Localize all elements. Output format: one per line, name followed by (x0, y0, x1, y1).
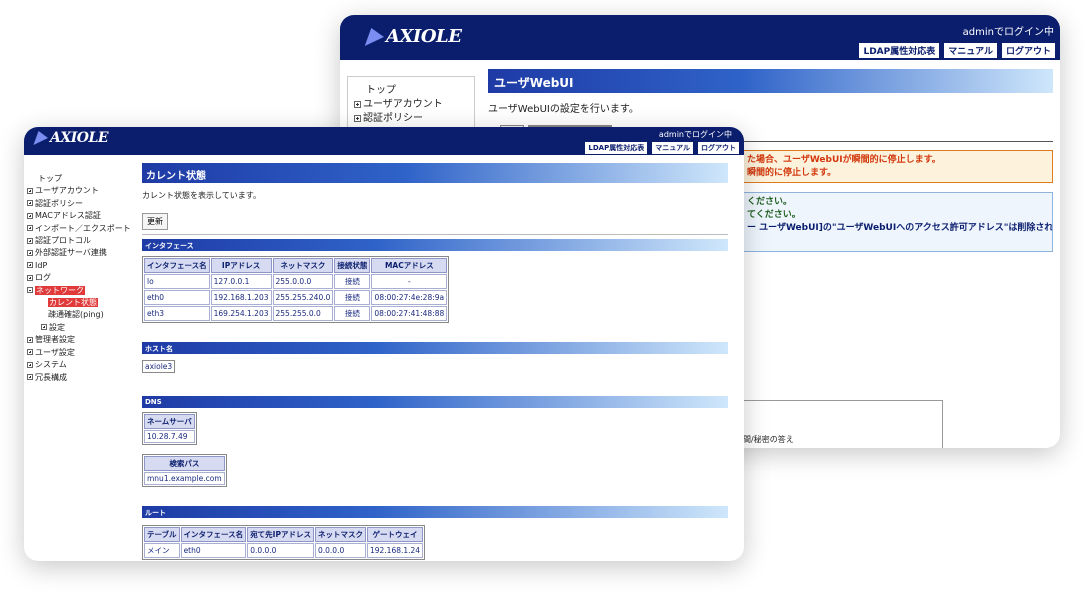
sidebar-item-user-account[interactable]: ユーザアカウント (354, 98, 468, 112)
divider (740, 141, 1053, 142)
expand-plus-icon (354, 114, 361, 122)
col-mac-address: MACアドレス (371, 258, 448, 273)
col-ip-address: IPアドレス (210, 258, 272, 273)
expand-plus-icon (27, 237, 33, 244)
logout-link[interactable]: ログアウト (697, 141, 740, 155)
sidebar-item-top[interactable]: トップ (27, 173, 137, 185)
page-title: カレント状態 (142, 163, 728, 183)
table-row: 10.28.7.49 (144, 430, 195, 443)
col-interface-name: インタフェース名 (180, 527, 247, 542)
sidebar-item-current-state[interactable]: カレント状態 (27, 297, 137, 309)
col-destination: 宛て先IPアドレス (247, 527, 314, 542)
sidebar-item-import-export[interactable]: インポート／エクスポート (27, 223, 137, 235)
page-description: ユーザWebUIの設定を行います。 (488, 104, 639, 115)
top-links: LDAP属性対応表 マニュアル ログアウト (858, 42, 1056, 59)
manual-link[interactable]: マニュアル (651, 141, 694, 155)
main-content: カレント状態 カレント状態を表示しています。 更新 インタフェース インタフェー… (142, 163, 728, 560)
table-row: mnu1.example.com (144, 472, 225, 485)
table-row: lo 127.0.0.1 255.0.0.0 接続 - (144, 274, 448, 289)
sidebar-item-auth-protocol[interactable]: 認証プロトコル (27, 235, 137, 247)
col-netmask: ネットマスク (272, 258, 334, 273)
manual-link[interactable]: マニュアル (943, 42, 998, 59)
expand-plus-icon (27, 200, 33, 207)
page-title: ユーザWebUI (488, 69, 1053, 93)
sidebar-item-redundancy[interactable]: 冗長構成 (27, 372, 137, 384)
col-table: テーブル (144, 527, 180, 542)
search-path-table: 検索パス mnu1.example.com (142, 454, 227, 487)
sidebar-item-system[interactable]: システム (27, 359, 137, 371)
front-window: AXIOLE adminでログイン中 LDAP属性対応表 マニュアル ログアウト… (24, 127, 744, 561)
col-netmask: ネットマスク (314, 527, 366, 542)
expand-plus-icon (27, 262, 33, 269)
section-hostname: ホスト名 (142, 342, 728, 354)
warning-message: た場合、ユーザWebUIが瞬間的に停止します。 瞬間的に停止します。 (740, 150, 1053, 183)
expand-plus-icon (27, 212, 33, 219)
sidebar-item-admin-settings[interactable]: 管理者設定 (27, 334, 137, 346)
col-gateway: ゲートウェイ (366, 527, 424, 542)
logo-mark-icon (33, 131, 51, 145)
col-connection-state: 接続状態 (334, 258, 371, 273)
sidebar-item-auth-policy[interactable]: 認証ポリシー (354, 112, 468, 126)
header-bar: AXIOLE adminでログイン中 LDAP属性対応表 マニュアル ログアウト (24, 127, 744, 155)
col-interface-name: インタフェース名 (144, 258, 210, 273)
sidebar-item-user-account[interactable]: ユーザアカウント (27, 185, 137, 197)
expand-plus-icon (41, 324, 47, 331)
expand-plus-icon (27, 349, 33, 356)
collapse-minus-icon (27, 287, 33, 294)
sidebar-item-user-settings[interactable]: ユーザ設定 (27, 347, 137, 359)
settings-box: 間/秘密の答え (740, 400, 943, 448)
expand-plus-icon (27, 336, 33, 343)
expand-plus-icon (27, 249, 33, 256)
nameserver-table: ネームサーバ 10.28.7.49 (142, 412, 197, 445)
expand-plus-icon (27, 225, 33, 232)
sidebar-item-auth-policy[interactable]: 認証ポリシー (27, 198, 137, 210)
section-dns: DNS (142, 396, 728, 408)
table-header-row: インタフェース名 IPアドレス ネットマスク 接続状態 MACアドレス (144, 258, 448, 273)
info-message: ください。 てください。 ー ユーザWebUI]の"ユーザWebUIへのアクセス… (740, 192, 1053, 252)
axiole-logo[interactable]: AXIOLE (33, 130, 108, 146)
expand-plus-icon (354, 100, 361, 108)
ldap-mapping-link[interactable]: LDAP属性対応表 (584, 141, 649, 155)
expand-plus-icon (27, 274, 33, 281)
login-status: adminでログイン中 (658, 130, 732, 139)
axiole-logo[interactable]: AXIOLE (364, 26, 462, 47)
routes-table: テーブル インタフェース名 宛て先IPアドレス ネットマスク ゲートウェイ メイ… (142, 525, 426, 560)
sidebar-item-ping[interactable]: 疎通確認(ping) (27, 309, 137, 321)
sidebar: トップ ユーザアカウント 認証ポリシー MACアドレス認証 インポート／エクスポ… (27, 173, 137, 384)
refresh-button[interactable]: 更新 (142, 213, 168, 230)
expand-plus-icon (27, 361, 33, 368)
ldap-mapping-link[interactable]: LDAP属性対応表 (858, 42, 941, 59)
hostname-value: axiole3 (142, 360, 176, 373)
sidebar-item-external-auth[interactable]: 外部認証サーバ連携 (27, 247, 137, 259)
header-bar: AXIOLE adminでログイン中 LDAP属性対応表 マニュアル ログアウト (340, 15, 1060, 60)
sidebar-item-top[interactable]: トップ (354, 81, 468, 96)
sidebar-item-network[interactable]: ネットワーク (27, 285, 137, 297)
sidebar-item-log[interactable]: ログ (27, 272, 137, 284)
page-description: カレント状態を表示しています。 (142, 191, 261, 200)
section-interfaces: インタフェース (142, 239, 728, 251)
section-routes: ルート (142, 506, 728, 518)
sidebar-item-network-settings[interactable]: 設定 (27, 322, 137, 334)
sidebar-item-mac-auth[interactable]: MACアドレス認証 (27, 210, 137, 222)
col-nameserver: ネームサーバ (144, 414, 195, 429)
login-status: adminでログイン中 (962, 27, 1054, 38)
sidebar-item-idp[interactable]: IdP (27, 260, 137, 272)
table-row: メイン eth0 0.0.0.0 0.0.0.0 192.168.1.24 (144, 543, 424, 558)
logout-link[interactable]: ログアウト (1000, 42, 1056, 59)
table-header-row: テーブル インタフェース名 宛て先IPアドレス ネットマスク ゲートウェイ (144, 527, 424, 542)
expand-plus-icon (27, 374, 33, 380)
col-search-path: 検索パス (144, 456, 225, 471)
divider (142, 234, 728, 235)
table-row: eth0 192.168.1.203 255.255.240.0 接続 08:0… (144, 290, 448, 305)
logo-mark-icon (364, 28, 388, 46)
top-links: LDAP属性対応表 マニュアル ログアウト (584, 141, 740, 155)
expand-plus-icon (27, 187, 33, 194)
interfaces-table: インタフェース名 IPアドレス ネットマスク 接続状態 MACアドレス lo 1… (142, 256, 450, 323)
table-row: eth3 169.254.1.203 255.255.0.0 接続 08:00:… (144, 306, 448, 321)
